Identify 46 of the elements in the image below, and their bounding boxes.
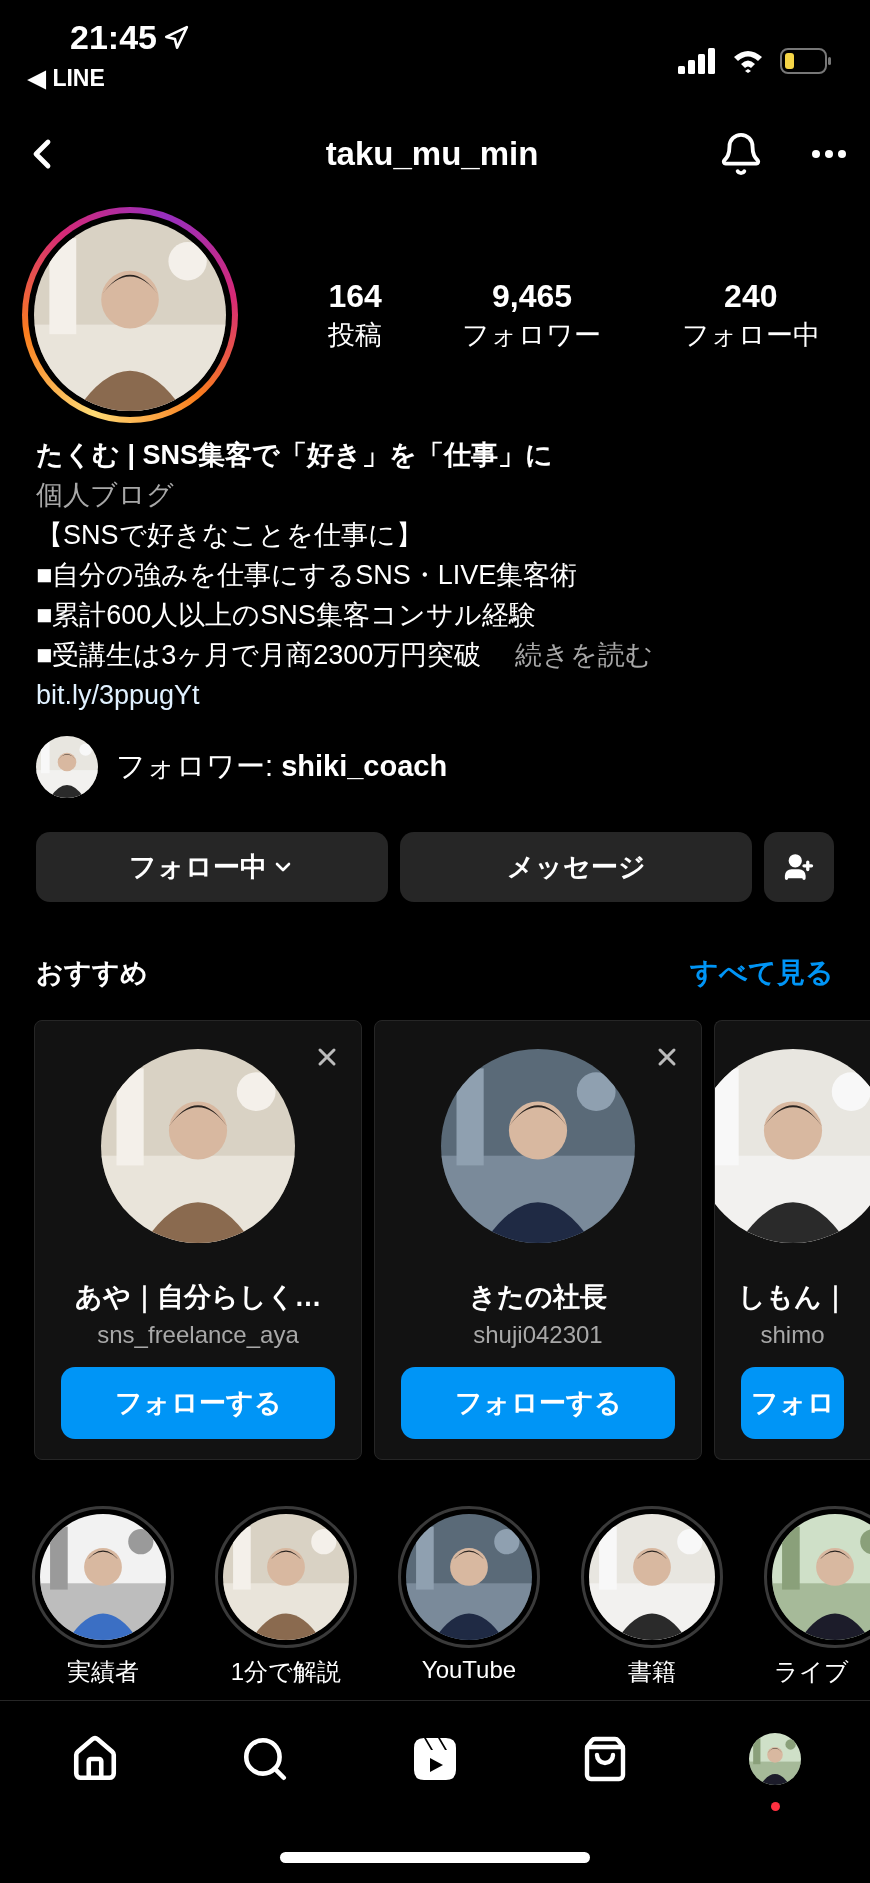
bio-line: ■自分の強みを仕事にするSNS・LIVE集客術 (36, 559, 579, 592)
suggested-name: あや｜自分らしく… (74, 1281, 322, 1315)
add-person-icon (784, 852, 814, 882)
clock-time: 21:45 (70, 18, 157, 57)
wifi-icon (732, 49, 764, 73)
bio-line: 【SNSで好きなことを仕事に】 (36, 519, 424, 552)
suggested-username: sns_freelance_aya (97, 1321, 299, 1349)
location-arrow-icon (162, 24, 189, 51)
bio-link[interactable]: bit.ly/3ppugYt (36, 676, 834, 714)
followed-by-text[interactable]: フォロワー: shiki_coach (116, 747, 448, 787)
bio-line: ■受講生は3ヶ月で月商2300万円突破 (36, 639, 482, 672)
add-person-button[interactable] (764, 832, 834, 902)
message-button[interactable]: メッセージ (400, 832, 752, 902)
bio-line: ■累計600人以上のSNS集客コンサル経験 (36, 599, 537, 632)
highlight-label[interactable]: 1分で解説 (230, 1656, 342, 1688)
display-name: たくむ | SNS集客で「好き」を「仕事」に (36, 439, 555, 472)
see-all-link[interactable]: すべて見る (690, 954, 834, 992)
section-title: おすすめ (36, 957, 148, 990)
stat-label[interactable]: フォロワー (462, 316, 602, 353)
highlight-ring[interactable] (215, 1506, 357, 1648)
more-icon (812, 150, 846, 158)
stat-label[interactable]: フォロー中 (681, 316, 820, 353)
stat-label[interactable]: 投稿 (328, 316, 383, 353)
highlight-label[interactable]: YouTube (421, 1656, 517, 1684)
stat-count[interactable]: 9,465 (491, 277, 572, 315)
suggested-username: shimo (760, 1321, 825, 1349)
category-label: 個人ブログ (36, 479, 175, 512)
suggested-name: きたの社長 (469, 1281, 607, 1314)
more-options-button[interactable] (812, 150, 846, 158)
stat-count[interactable]: 240 (724, 277, 778, 315)
following-button[interactable]: フォロー中 (36, 832, 388, 902)
profile-username: taku_mu_min (325, 135, 539, 173)
read-more-link[interactable]: 続きを読む (515, 636, 654, 674)
signal-icon (678, 48, 716, 74)
highlight-ring[interactable] (764, 1506, 870, 1648)
highlight-ring[interactable] (32, 1506, 174, 1648)
battery-icon (780, 48, 832, 74)
highlight-ring[interactable] (398, 1506, 540, 1648)
suggested-name: しもん｜ (737, 1281, 848, 1315)
highlight-label[interactable]: 実績者 (67, 1656, 139, 1688)
highlight-label[interactable]: ライブ (774, 1656, 849, 1688)
back-to-app-link[interactable]: ◀ LINE (28, 65, 189, 92)
highlight-ring[interactable] (581, 1506, 723, 1648)
highlight-label[interactable]: 書籍 (628, 1656, 676, 1688)
stat-count[interactable]: 164 (328, 277, 382, 315)
suggested-username: shuji042301 (473, 1321, 603, 1349)
